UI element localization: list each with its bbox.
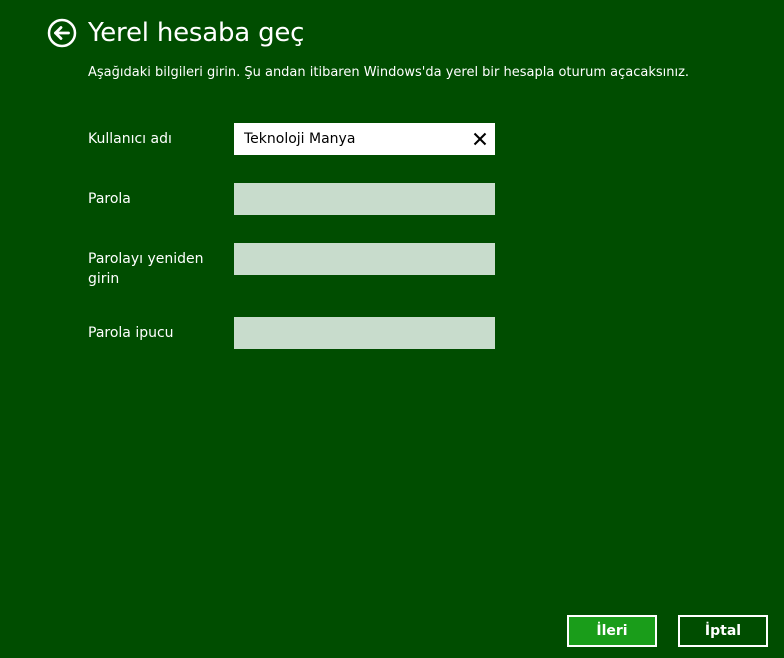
circle-arrow-left-icon (47, 18, 77, 48)
password-input[interactable] (234, 183, 495, 215)
header: Yerel hesaba geç (47, 17, 304, 49)
page-title: Yerel hesaba geç (88, 18, 305, 48)
password-confirm-label: Parolayı yeniden girin (88, 251, 204, 287)
page-description: Aşağıdaki bilgileri girin. Şu andan itib… (88, 65, 690, 80)
password-hint-input[interactable] (234, 317, 495, 349)
clear-username-button[interactable] (464, 123, 496, 155)
close-icon (473, 132, 487, 146)
password-hint-label: Parola ipucu (88, 325, 174, 341)
password-label: Parola (88, 191, 131, 207)
password-confirm-input[interactable] (234, 243, 495, 275)
cancel-button[interactable]: İptal (678, 615, 768, 647)
username-input[interactable] (234, 123, 495, 155)
username-label: Kullanıcı adı (88, 131, 172, 147)
next-button[interactable]: İleri (567, 615, 657, 647)
back-button[interactable] (47, 18, 77, 48)
